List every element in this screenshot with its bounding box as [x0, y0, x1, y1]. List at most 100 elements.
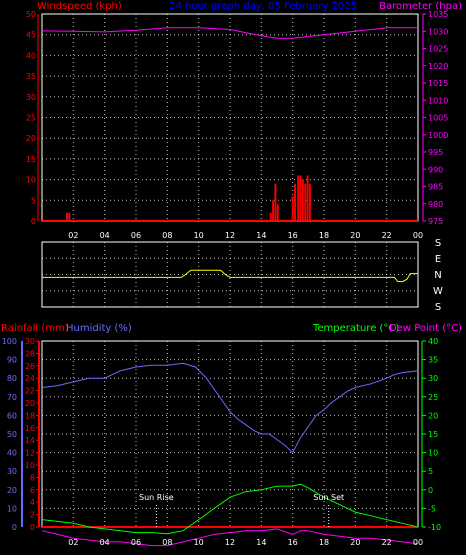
- weather-lower-x-tick-label: 22: [382, 538, 392, 547]
- weather-lower-x-tick-label: 08: [162, 538, 172, 547]
- humidity-tick-label: 40: [7, 449, 17, 458]
- humidity-tick-label: 50: [7, 430, 17, 439]
- barometer-tick-label: 975: [428, 217, 443, 226]
- humidity-series-line: [41, 362, 419, 454]
- temperature-tick-label: 20: [428, 411, 438, 420]
- rainfall-tick-label: 6: [30, 486, 35, 495]
- barometer-tick-label: 990: [428, 165, 443, 174]
- humidity-tick-label: 20: [7, 486, 17, 495]
- temperature-tick-label: 35: [428, 356, 438, 365]
- sun-set-marker-label: Sun Set: [313, 493, 344, 502]
- temperature-tick-label: 10: [428, 449, 438, 458]
- windspeed-axis-label: Windspeed (kph): [37, 1, 122, 12]
- temperature-axis-label: Temperature (°C): [312, 323, 399, 334]
- wind-baro-x-tick-label: 04: [100, 231, 110, 240]
- humidity-tick-label: 90: [7, 356, 17, 365]
- wind-baro-x-tick-label: 06: [131, 231, 141, 240]
- weather-lower-x-tick-label: 10: [194, 538, 204, 547]
- rainfall-axis-label: Rainfall (mm): [1, 323, 69, 334]
- windspeed-tick-label: 50: [26, 10, 36, 19]
- weather-lower-x-tick-label: 14: [256, 538, 266, 547]
- temperature-tick-label: -10: [428, 523, 441, 532]
- temperature-tick-label: -5: [428, 504, 436, 513]
- humidity-axis-label: Humidity (%): [66, 323, 132, 334]
- windspeed-tick-label: 30: [26, 93, 36, 102]
- rainfall-tick-label: 2: [30, 511, 35, 520]
- dew-point-axis-label: Dew Point (°C): [389, 323, 462, 334]
- temperature-tick-label: 40: [428, 337, 438, 346]
- wind-baro-x-tick-label: 22: [382, 231, 392, 240]
- barometer-tick-label: 995: [428, 148, 443, 157]
- barometer-tick-label: 1000: [428, 131, 448, 140]
- temperature-tick-label: 25: [428, 393, 438, 402]
- barometer-tick-label: 1010: [428, 96, 448, 105]
- chart-title: 24 hour graph day, 05 February 2025: [169, 1, 357, 12]
- weather-lower-x-tick-label: 18: [319, 538, 329, 547]
- rainfall-tick-label: 22: [25, 387, 35, 396]
- rainfall-tick-label: 24: [25, 374, 35, 383]
- barometer-tick-label: 980: [428, 200, 443, 209]
- rainfall-tick-label: 18: [25, 411, 35, 420]
- windspeed-bar: [272, 200, 275, 221]
- windspeed-tick-label: 35: [26, 72, 36, 81]
- rainfall-tick-label: 26: [25, 362, 35, 371]
- humidity-tick-label: 70: [7, 393, 17, 402]
- weather-lower-x-tick-label: 04: [100, 538, 110, 547]
- temperature-tick-label: 5: [428, 467, 433, 476]
- humidity-tick-label: 10: [7, 504, 17, 513]
- rainfall-tick-label: 14: [25, 436, 35, 445]
- windspeed-tick-label: 45: [26, 31, 36, 40]
- rainfall-tick-label: 4: [30, 498, 35, 507]
- humidity-tick-label: 0: [12, 523, 17, 532]
- wind-baro-x-tick-label: 02: [68, 231, 78, 240]
- weather-lower-x-tick-label: 00: [413, 538, 423, 547]
- wind-direction-series-line: [42, 269, 418, 283]
- windspeed-bar: [306, 175, 309, 221]
- humidity-tick-label: 80: [7, 374, 17, 383]
- rainfall-tick-label: 10: [25, 461, 35, 470]
- barometer-tick-label: 1020: [428, 62, 448, 71]
- wind-direction-axis-label: E: [435, 254, 441, 265]
- rainfall-tick-label: 0: [30, 523, 35, 532]
- weather-lower-x-tick-label: 02: [68, 538, 78, 547]
- chart-layer: 0510152025303540455097598098599099510001…: [2, 10, 449, 547]
- weather-lower-x-tick-label: 20: [350, 538, 360, 547]
- wind-direction-axis-label: S: [435, 302, 441, 313]
- barometer-tick-label: 1005: [428, 114, 448, 123]
- rainfall-tick-label: 12: [25, 449, 35, 458]
- windspeed-tick-label: 15: [26, 155, 36, 164]
- sun-rise-marker-label: Sun Rise: [139, 493, 174, 502]
- weather-chart: Windspeed (kph) 24 hour graph day, 05 Fe…: [1, 1, 462, 547]
- windspeed-tick-label: 5: [31, 196, 36, 205]
- windspeed-bar: [301, 179, 304, 221]
- temperature-tick-label: 30: [428, 374, 438, 383]
- rainfall-tick-label: 16: [25, 424, 35, 433]
- wind-baro-x-tick-label: 00: [413, 231, 423, 240]
- humidity-tick-label: 60: [7, 411, 17, 420]
- barometer-tick-label: 1030: [428, 27, 448, 36]
- humidity-tick-label: 100: [2, 337, 17, 346]
- temperature-tick-label: 0: [428, 486, 433, 495]
- rainfall-tick-label: 28: [25, 349, 35, 358]
- windspeed-bar: [299, 175, 302, 221]
- windspeed-bar: [297, 175, 300, 221]
- windspeed-bar: [291, 196, 294, 221]
- wind-baro-x-tick-label: 08: [162, 231, 172, 240]
- windspeed-bar: [276, 204, 279, 221]
- barometer-series-line: [41, 27, 418, 39]
- wind-baro-x-tick-label: 12: [225, 231, 235, 240]
- wind-baro-x-tick-label: 16: [288, 231, 298, 240]
- barometer-tick-label: 1025: [428, 45, 448, 54]
- windspeed-tick-label: 25: [26, 114, 36, 123]
- windspeed-tick-label: 40: [26, 51, 36, 60]
- barometer-axis-label: Barometer (hpa): [379, 1, 462, 12]
- temperature-tick-label: 15: [428, 430, 438, 439]
- windspeed-tick-label: 10: [26, 176, 36, 185]
- windspeed-bar: [294, 183, 296, 221]
- barometer-tick-label: 1015: [428, 79, 448, 88]
- windspeed-bar: [308, 183, 311, 221]
- rainfall-tick-label: 30: [25, 337, 35, 346]
- rainfall-tick-label: 8: [30, 473, 35, 482]
- humidity-tick-label: 30: [7, 467, 17, 476]
- wind-baro-x-tick-label: 20: [350, 231, 360, 240]
